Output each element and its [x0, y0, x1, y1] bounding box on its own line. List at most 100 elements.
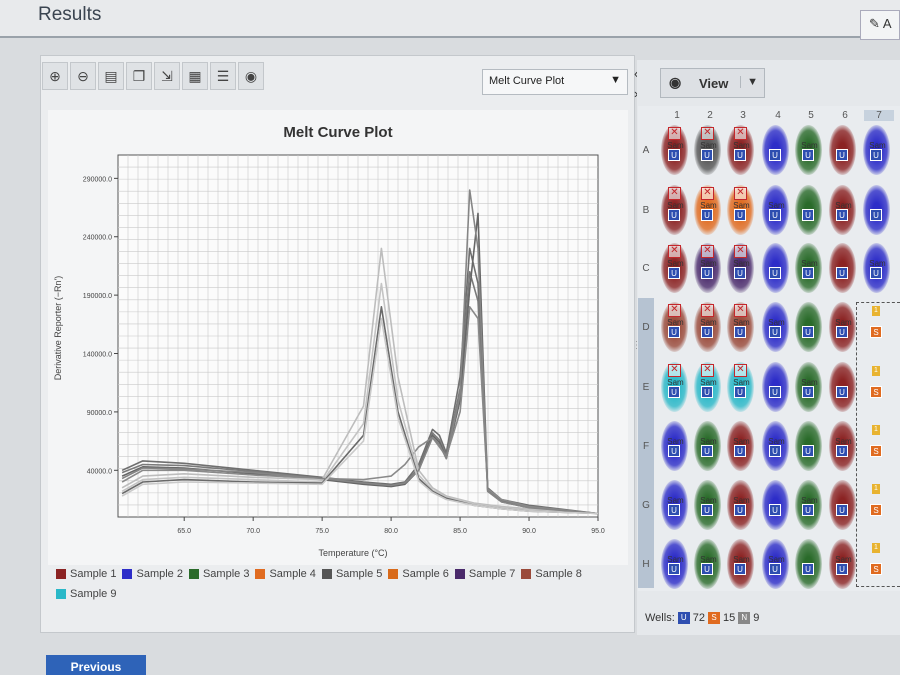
plate-well[interactable]: Sam U	[863, 125, 890, 175]
plate-well[interactable]: ✕ Sam U	[727, 185, 754, 235]
zoom-out-icon[interactable]: ⊖	[70, 62, 96, 90]
legend-item[interactable]: Sample 3	[188, 568, 249, 580]
legend-item[interactable]: Sample 6	[388, 568, 449, 580]
plate-well[interactable]: Sam U	[661, 480, 688, 530]
plate-well[interactable]: U	[829, 243, 856, 293]
omit-icon[interactable]: ✕	[734, 245, 747, 258]
plate-well[interactable]: ✕ Sam U	[661, 243, 688, 293]
plate-well[interactable]: Sam U	[762, 185, 789, 235]
plate-well[interactable]: Sam U	[727, 539, 754, 589]
chevron-down-icon[interactable]: ▼	[740, 76, 758, 88]
export-icon[interactable]: ⇲	[154, 62, 180, 90]
column-header[interactable]: 5	[796, 110, 826, 121]
legend-icon[interactable]: ☰	[210, 62, 236, 90]
plate-well[interactable]: ✕ Sam U	[727, 125, 754, 175]
plate-well[interactable]: Sam U	[661, 421, 688, 471]
plate-well[interactable]: U	[795, 185, 822, 235]
print-icon[interactable]: ▤	[98, 62, 124, 90]
plate-well[interactable]: Sam U	[829, 421, 856, 471]
plate-well[interactable]: Sam U	[762, 302, 789, 352]
plate-well[interactable]: ✕ Sam U	[694, 243, 721, 293]
column-header[interactable]: 7	[864, 110, 894, 121]
plate-well[interactable]: ✕ Sam U	[694, 302, 721, 352]
eye-icon[interactable]: ◉	[238, 62, 264, 90]
plate-well[interactable]: ✕ Sam U	[694, 362, 721, 412]
omit-icon[interactable]: ✕	[668, 364, 681, 377]
plate-well[interactable]: U	[795, 421, 822, 471]
omit-icon[interactable]: ✕	[701, 245, 714, 258]
plate-well[interactable]: U	[829, 125, 856, 175]
plate-well[interactable]: ✕ Sam U	[727, 302, 754, 352]
row-header[interactable]: G	[640, 500, 652, 511]
plate-well[interactable]: U	[829, 480, 856, 530]
omit-icon[interactable]: ✕	[701, 364, 714, 377]
row-header[interactable]: F	[640, 441, 652, 452]
plate-well[interactable]: Sam U	[694, 480, 721, 530]
plate-well[interactable]: U	[762, 243, 789, 293]
copy-icon[interactable]: ❐	[126, 62, 152, 90]
row-header[interactable]: B	[640, 205, 652, 216]
plate-well[interactable]: U	[762, 362, 789, 412]
previous-button[interactable]: Previous	[46, 655, 146, 675]
plate-well[interactable]: Sam U	[829, 539, 856, 589]
plate-well[interactable]: U	[795, 302, 822, 352]
plate-well[interactable]: ✕ Sam U	[727, 362, 754, 412]
column-header[interactable]: 2	[695, 110, 725, 121]
legend-item[interactable]: Sample 9	[56, 588, 116, 600]
plate-well[interactable]: Sam U	[795, 362, 822, 412]
plate-well[interactable]: Sam U	[727, 421, 754, 471]
row-header[interactable]: C	[640, 263, 652, 274]
omit-icon[interactable]: ✕	[668, 304, 681, 317]
row-header[interactable]: A	[640, 145, 652, 156]
omit-icon[interactable]: ✕	[734, 187, 747, 200]
column-header[interactable]: 6	[830, 110, 860, 121]
plate-well[interactable]: Sam U	[694, 421, 721, 471]
plate-well[interactable]: Sam U	[762, 421, 789, 471]
plate-well[interactable]: ✕ Sam U	[694, 125, 721, 175]
plate-well[interactable]: ✕ Sam U	[661, 185, 688, 235]
plate-well[interactable]: Sam U	[694, 539, 721, 589]
legend-item[interactable]: Sample 7	[454, 568, 515, 580]
plate-well[interactable]: Sam U	[863, 243, 890, 293]
plate-well[interactable]: Sam U	[795, 243, 822, 293]
legend-item[interactable]: Sample 2	[122, 568, 183, 580]
omit-icon[interactable]: ✕	[734, 364, 747, 377]
omit-icon[interactable]: ✕	[668, 245, 681, 258]
column-header[interactable]: 3	[728, 110, 758, 121]
legend-item[interactable]: Sample 4	[255, 568, 316, 580]
omit-icon[interactable]: ✕	[668, 127, 681, 140]
zoom-in-icon[interactable]: ⊕	[42, 62, 68, 90]
omit-icon[interactable]: ✕	[734, 304, 747, 317]
legend-item[interactable]: Sample 1	[56, 568, 116, 580]
view-button[interactable]: ◉ View ▼	[660, 68, 765, 98]
save-icon[interactable]: ▦	[182, 62, 208, 90]
row-header[interactable]: H	[640, 559, 652, 570]
plate-well[interactable]: U	[795, 539, 822, 589]
plate-well[interactable]: ✕ Sam U	[661, 302, 688, 352]
analysis-action-button[interactable]: ✎ A	[860, 10, 900, 40]
row-header[interactable]: D	[640, 322, 652, 333]
plate-well[interactable]: ✕ Sam U	[694, 185, 721, 235]
omit-icon[interactable]: ✕	[668, 187, 681, 200]
omit-icon[interactable]: ✕	[701, 187, 714, 200]
omit-icon[interactable]: ✕	[701, 127, 714, 140]
plate-well[interactable]: U	[762, 125, 789, 175]
plate-well[interactable]: Sam U	[829, 185, 856, 235]
plate-well[interactable]: Sam U	[661, 539, 688, 589]
plate-well[interactable]: ✕ Sam U	[727, 243, 754, 293]
row-header[interactable]: E	[640, 382, 652, 393]
plate-well[interactable]: Sam U	[829, 302, 856, 352]
plate-well[interactable]: U	[762, 480, 789, 530]
plate-well[interactable]: ✕ Sam U	[661, 125, 688, 175]
plate-well[interactable]: Sam U	[795, 125, 822, 175]
plate-well[interactable]: Sam U	[795, 480, 822, 530]
legend-item[interactable]: Sample 5	[321, 568, 382, 580]
plate-well[interactable]: Sam U	[727, 480, 754, 530]
plate-well[interactable]: ✕ Sam U	[661, 362, 688, 412]
omit-icon[interactable]: ✕	[701, 304, 714, 317]
plot-type-select[interactable]: Melt Curve Plot ▼	[482, 69, 628, 95]
legend-item[interactable]: Sample 8	[521, 568, 582, 580]
column-header[interactable]: 1	[662, 110, 692, 121]
plate-well[interactable]: U	[863, 185, 890, 235]
plate-well[interactable]: Sam U	[762, 539, 789, 589]
